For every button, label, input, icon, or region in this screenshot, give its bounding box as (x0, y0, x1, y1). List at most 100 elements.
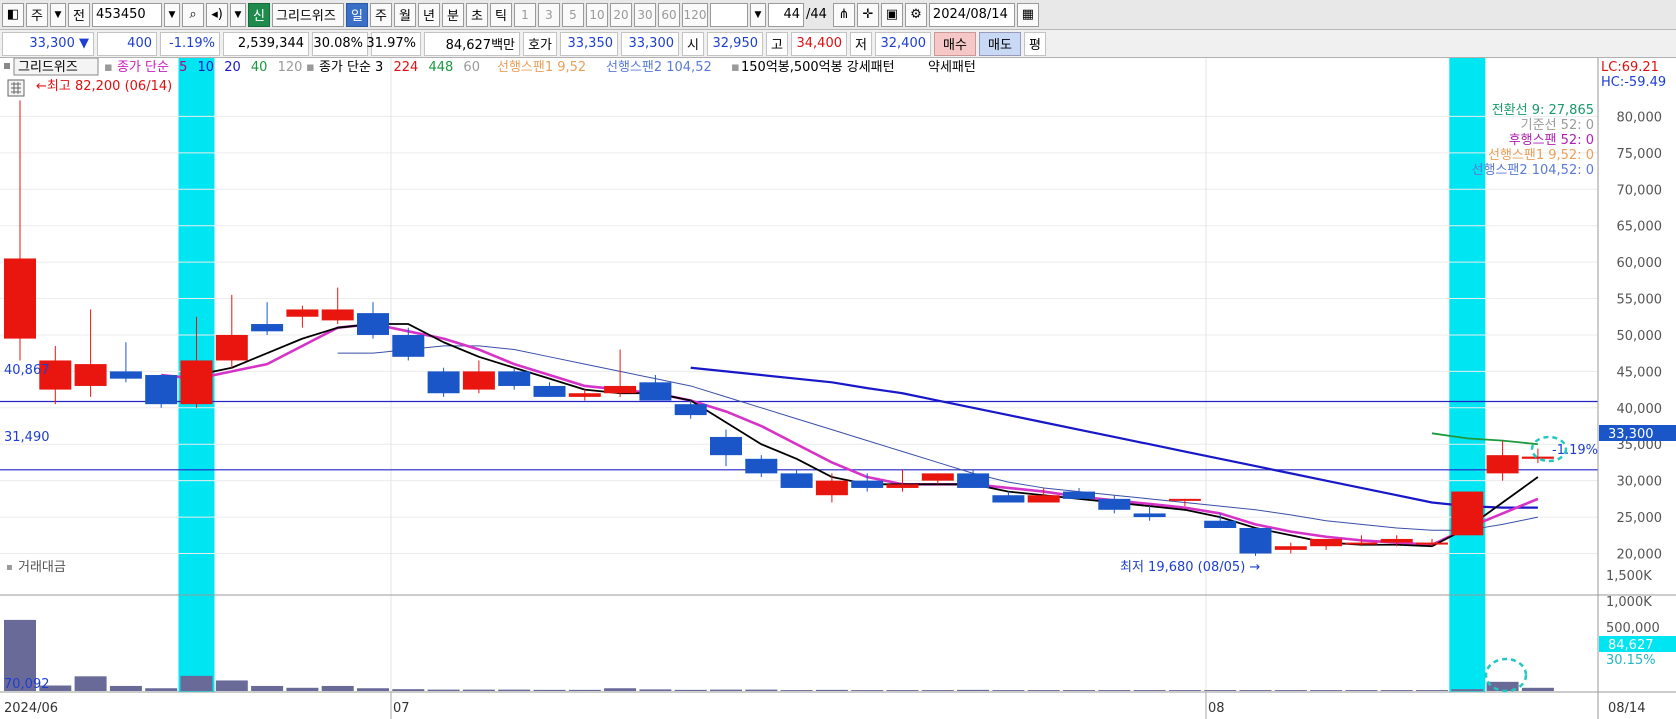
interval-60[interactable]: 60 (658, 2, 680, 27)
legend-ma2-marker: ▪ (306, 60, 319, 75)
ratio1-value: 30.08% (312, 31, 368, 56)
volume-ref-label: 70,092 (4, 677, 50, 692)
candle-body-25 (886, 484, 919, 488)
gear-icon[interactable]: ⚙ (904, 2, 927, 27)
candle-body-9 (321, 309, 354, 321)
volume-bar-8 (286, 687, 319, 691)
date-input[interactable]: 2024/08/14 (928, 2, 1015, 27)
volume-bar-6 (215, 680, 248, 691)
legend-ma120: 120 (278, 60, 303, 75)
candle-body-21 (745, 458, 778, 474)
code-dropdown-icon[interactable]: ▼ (164, 2, 180, 27)
legend-ma224: 224 (393, 60, 418, 75)
tab-month[interactable]: 월 (394, 2, 416, 27)
volume-bar-43 (1521, 687, 1554, 691)
volume-bar-31 (1098, 690, 1131, 691)
legend-stock-name: 그리드위즈 (18, 60, 78, 75)
stock-code-input[interactable]: 453450 (92, 2, 162, 27)
tab-second[interactable]: 초 (466, 2, 488, 27)
interval-10[interactable]: 10 (586, 2, 608, 27)
volume-tick-1500k: 1,500K (1606, 569, 1652, 584)
interval-120[interactable]: 120 (682, 2, 708, 27)
interval-5[interactable]: 5 (562, 2, 584, 27)
lc-value: LC:69.21 (1601, 60, 1659, 75)
candle-body-22 (780, 473, 813, 488)
candle-body-15 (533, 385, 566, 397)
candle-body-41 (1451, 491, 1484, 536)
crosshair-icon[interactable]: ✛ (856, 2, 879, 27)
low-price: 32,400 (875, 31, 931, 56)
legend-pattern: 150억봉,500억봉 강세패턴 (741, 60, 895, 75)
candle-body-11 (392, 334, 425, 357)
search-icon[interactable]: ⌕ (182, 2, 204, 27)
current-price: 33,300 ▼ (2, 31, 94, 56)
legend-ma40: 40 (251, 60, 268, 75)
volume-pct-tag: 30.15% (1606, 653, 1656, 668)
high-label: 고 (766, 31, 788, 56)
price-tick-70000: 70,000 (1617, 183, 1663, 198)
ask-price: 33,350 (560, 31, 618, 56)
interval-30[interactable]: 30 (634, 2, 656, 27)
ratio2-value: 31.97% (366, 31, 421, 56)
volume-bar-22 (780, 690, 813, 691)
chevron-down-icon[interactable]: ▼ (50, 2, 66, 27)
speaker-dropdown-icon[interactable]: ▼ (230, 2, 246, 27)
volume-bar-34 (1204, 690, 1237, 691)
tab-day[interactable]: 일 (346, 2, 368, 27)
volume-bar-40 (1416, 690, 1448, 691)
annotation-high: ←최고 82,200 (06/14) (36, 79, 172, 94)
candle-body-10 (357, 313, 389, 335)
buy-button[interactable]: 매수 (934, 31, 976, 56)
speaker-icon[interactable]: ◂) (206, 2, 228, 27)
layout-icon[interactable]: ◧ (2, 2, 24, 27)
tab-tick[interactable]: 틱 (490, 2, 512, 27)
candle-body-28 (992, 495, 1025, 503)
eval-button[interactable]: 평 (1024, 31, 1046, 56)
calendar-icon[interactable]: ▦ (1016, 2, 1039, 27)
candle-body-35 (1239, 528, 1272, 554)
ichimoku-base: 기준선 52: 0 (1521, 118, 1594, 133)
candle-body-26 (921, 473, 954, 481)
volume-bar-33 (1168, 690, 1201, 691)
interval-dropdown-icon[interactable]: ▼ (750, 2, 766, 27)
tab-year[interactable]: 년 (418, 2, 440, 27)
interval-1[interactable]: 1 (514, 2, 536, 27)
legend-weak: 약세패턴 (928, 60, 976, 75)
volume-bar-21 (745, 689, 778, 691)
price-tick-40000: 40,000 (1617, 402, 1663, 417)
volume-bar-37 (1310, 690, 1343, 691)
open-label: 시 (682, 31, 704, 56)
price-tick-75000: 75,000 (1617, 147, 1663, 162)
price-chart[interactable]: 20,00025,00030,00035,00040,00045,00050,0… (0, 58, 1676, 719)
tab-week[interactable]: 주 (370, 2, 392, 27)
annotation-low: 최저 19,680 (08/05) → (1120, 560, 1260, 575)
volume-title: 거래대금 (18, 560, 66, 575)
candle-body-32 (1133, 513, 1166, 518)
volume-bar-28 (992, 690, 1025, 691)
candle-body-20 (710, 436, 742, 456)
interval-3[interactable]: 3 (538, 2, 560, 27)
volume-bar-32 (1133, 690, 1166, 691)
candle-body-33 (1168, 498, 1201, 501)
volume-bar-41 (1451, 689, 1484, 691)
legend-pattern-marker: ▪ (731, 60, 740, 75)
quote-bar: 33,300 ▼ 400 -1.19% 2,539,344 30.08% 31.… (0, 30, 1676, 58)
sell-button[interactable]: 매도 (979, 31, 1021, 56)
save-icon[interactable]: ▣ (880, 2, 903, 27)
pin-icon[interactable]: ⋔ (832, 2, 855, 27)
prev-button[interactable]: 전 (68, 2, 90, 27)
count-input[interactable]: 44 (768, 2, 804, 27)
legend-ma1-label: 종가 단순 (117, 60, 169, 75)
tab-minute[interactable]: 분 (442, 2, 464, 27)
price-tag: 33,300 (1608, 427, 1654, 442)
volume-bar-18 (639, 689, 672, 691)
volume-bar-35 (1239, 690, 1272, 691)
period-button[interactable]: 주 (26, 2, 48, 27)
volume-bar-30 (1063, 690, 1095, 691)
volume-bar-17 (604, 688, 637, 691)
legend-span1: 선행스팬1 9,52 (497, 59, 586, 75)
annotation-high-text: 최고 82,200 (06/14) (47, 79, 172, 94)
custom-interval-input[interactable] (710, 2, 748, 27)
legend-ma5: 5 (179, 60, 187, 75)
interval-20[interactable]: 20 (610, 2, 632, 27)
